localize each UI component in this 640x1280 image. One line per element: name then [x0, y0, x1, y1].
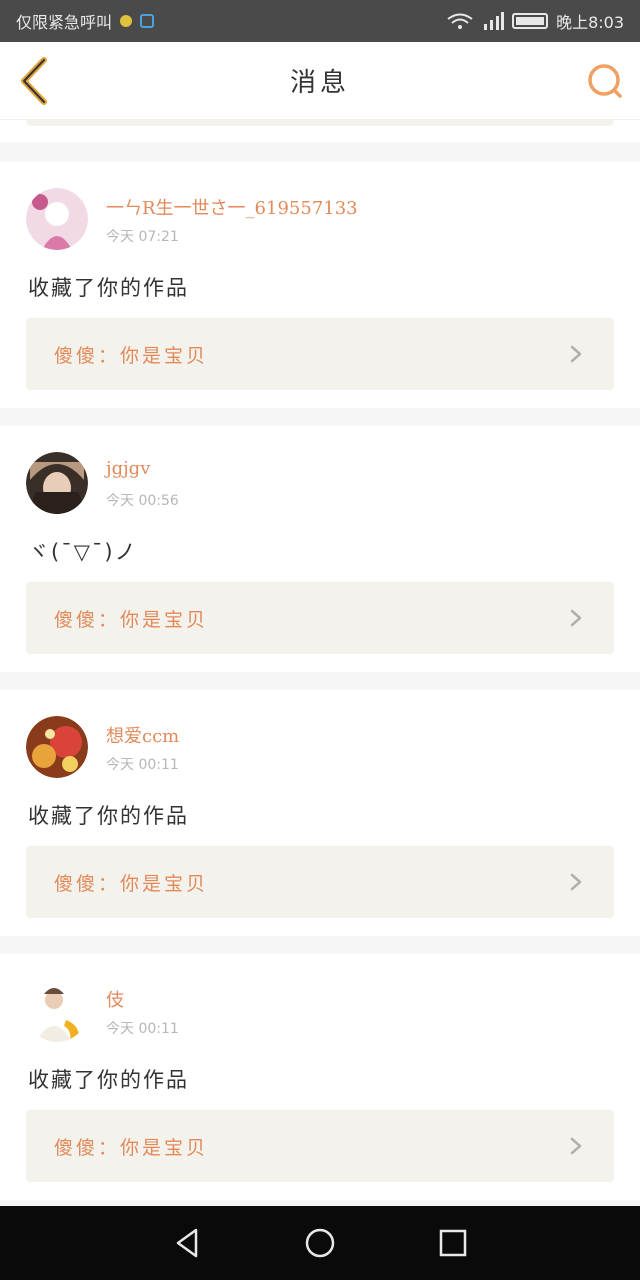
username[interactable]: 一ㄣR生一世さ一_619557133	[106, 194, 358, 220]
quoted-work-text: 傻傻：你是宝贝	[54, 872, 209, 895]
quoted-work-text: 傻傻：你是宝贝	[54, 608, 209, 631]
status-left: 仅限紧急呼叫	[16, 9, 446, 33]
battery-icon	[512, 13, 549, 29]
square-recents-icon[interactable]	[436, 1226, 470, 1260]
message-text: 收藏了你的作品	[28, 1068, 189, 1092]
nav-bar: 消息	[0, 42, 640, 120]
quoted-work-text: 傻傻：你是宝贝	[54, 1136, 209, 1159]
quoted-work[interactable]: 傻傻：你是宝贝	[26, 846, 614, 918]
back-button[interactable]	[14, 56, 58, 106]
clock-text: 晚上8:03	[556, 13, 624, 32]
message-text: 收藏了你的作品	[28, 804, 189, 828]
circle-home-icon[interactable]	[303, 1226, 337, 1260]
status-right: 晚上8:03	[446, 9, 624, 33]
avatar[interactable]	[26, 188, 88, 250]
quoted-work-text: 傻傻：你是宝贝	[54, 344, 209, 367]
search-icon	[588, 64, 622, 98]
page-title: 消息	[289, 68, 350, 98]
quoted-work[interactable]: 傻傻：你是宝贝	[26, 1110, 614, 1182]
chevron-left-icon	[21, 57, 47, 105]
chevron-right-icon	[570, 609, 582, 627]
signal-icon	[484, 12, 505, 30]
notification-icon	[120, 15, 133, 27]
username[interactable]: jgjgv	[106, 458, 150, 479]
quoted-work[interactable]: 傻傻：你是宝贝	[26, 318, 614, 390]
avatar[interactable]	[26, 452, 88, 514]
status-bar: 仅限紧急呼叫 晚上8:03	[0, 0, 640, 42]
carrier-text: 仅限紧急呼叫	[16, 13, 113, 32]
message-card[interactable]: 一ㄣR生一世さ一_619557133 今天 07:21 收藏了你的作品 傻傻：你…	[0, 162, 640, 408]
search-button[interactable]	[586, 62, 624, 100]
wifi-icon	[447, 13, 473, 29]
message-time: 今天 00:11	[106, 757, 179, 773]
message-time: 今天 07:21	[106, 229, 179, 245]
quoted-work[interactable]: 傻傻：你是宝贝	[26, 582, 614, 654]
triangle-back-icon[interactable]	[170, 1226, 204, 1260]
message-card[interactable]: 想爱ccm 今天 00:11 收藏了你的作品 傻傻：你是宝贝	[0, 690, 640, 936]
message-text: ヾ(ˉ▽ˉ)ノ	[28, 540, 138, 564]
previous-card-edge	[0, 120, 640, 142]
message-time: 今天 00:11	[106, 1021, 179, 1037]
username[interactable]: 伎	[106, 986, 124, 1012]
avatar[interactable]	[26, 716, 88, 778]
message-feed[interactable]: 一ㄣR生一世さ一_619557133 今天 07:21 收藏了你的作品 傻傻：你…	[0, 120, 640, 1206]
avatar[interactable]	[26, 980, 88, 1042]
message-card[interactable]: 伎 今天 00:11 收藏了你的作品 傻傻：你是宝贝	[0, 954, 640, 1200]
chevron-right-icon	[570, 345, 582, 363]
message-card[interactable]: jgjgv 今天 00:56 ヾ(ˉ▽ˉ)ノ 傻傻：你是宝贝	[0, 426, 640, 672]
chevron-right-icon	[570, 1137, 582, 1155]
system-nav-bar	[0, 1206, 640, 1280]
message-text: 收藏了你的作品	[28, 276, 189, 300]
chevron-right-icon	[570, 873, 582, 891]
lock-icon	[140, 14, 155, 28]
message-time: 今天 00:56	[106, 493, 179, 509]
username[interactable]: 想爱ccm	[106, 722, 179, 748]
